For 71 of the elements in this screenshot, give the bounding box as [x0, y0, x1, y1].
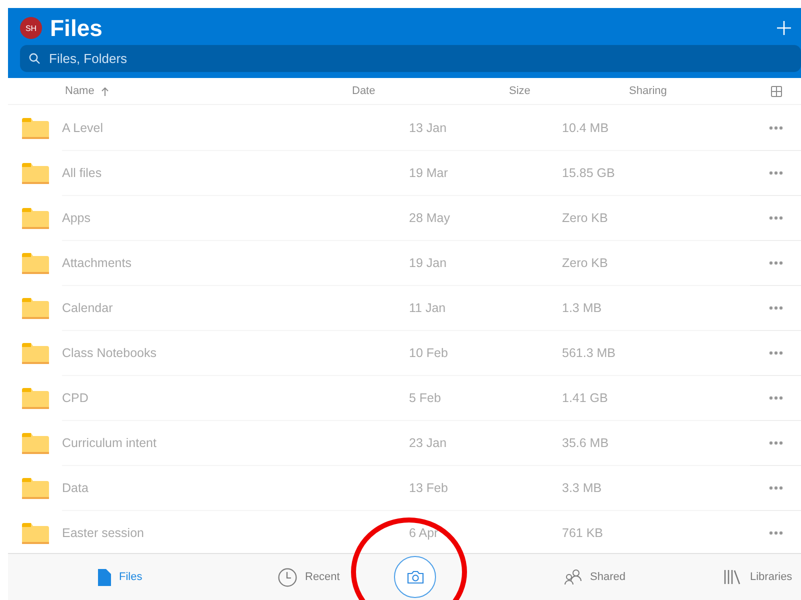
folder-icon — [22, 342, 49, 364]
size-cell: 3.3 MB — [562, 480, 602, 494]
file-name[interactable]: All files — [62, 166, 102, 180]
more-icon[interactable] — [768, 216, 782, 220]
tab[interactable]: Recent — [278, 568, 340, 586]
folder-icon — [22, 118, 49, 138]
tab[interactable]: Files — [98, 568, 142, 586]
size-cell: 15.85 GB — [562, 166, 615, 180]
column-header[interactable]: Sharing — [629, 85, 771, 97]
more-icon[interactable] — [768, 260, 782, 264]
date-cell: 5 Feb — [409, 390, 441, 404]
date-cell: 13 Feb — [409, 480, 448, 494]
file-name[interactable]: Attachments — [62, 256, 132, 270]
column-header[interactable]: Name — [65, 85, 94, 97]
folder-icon — [22, 432, 49, 454]
date-cell: 19 Jan — [409, 256, 447, 270]
size-cell: 561.3 MB — [562, 346, 616, 360]
file-name[interactable]: Easter session — [62, 526, 144, 540]
more-icon[interactable] — [768, 350, 782, 354]
more-icon[interactable] — [768, 486, 782, 490]
size-cell: 761 KB — [562, 526, 604, 540]
camera-icon — [406, 570, 424, 584]
more-icon[interactable] — [768, 440, 782, 444]
file-name[interactable]: CPD — [62, 390, 88, 404]
clock-icon — [278, 568, 297, 586]
page-title: Files — [50, 14, 104, 42]
more-icon[interactable] — [768, 530, 782, 534]
search-field[interactable]: Files, Folders — [20, 45, 801, 72]
document-icon — [98, 568, 111, 586]
date-cell: 11 Jan — [409, 300, 446, 314]
avatar[interactable]: SH — [20, 17, 42, 39]
people-icon — [564, 569, 582, 585]
column-header[interactable]: Size — [509, 85, 629, 97]
camera-button[interactable] — [394, 556, 436, 598]
more-icon[interactable] — [768, 306, 782, 310]
more-icon[interactable] — [768, 396, 782, 400]
size-cell: Zero KB — [562, 256, 608, 270]
size-cell: 1.3 MB — [562, 300, 602, 314]
file-name[interactable]: Apps — [62, 210, 90, 224]
file-name[interactable]: Class Notebooks — [62, 346, 156, 360]
folder-icon — [22, 388, 49, 408]
date-cell: 23 Jan — [409, 436, 447, 450]
file-name[interactable]: Calendar — [62, 300, 113, 314]
size-cell: 1.41 GB — [562, 390, 608, 404]
folder-icon — [22, 162, 49, 184]
folder-icon — [22, 478, 49, 498]
file-name[interactable]: A Level — [62, 120, 104, 134]
size-cell: 35.6 MB — [562, 436, 609, 450]
date-cell: 10 Feb — [409, 346, 448, 360]
grid-view-icon[interactable] — [771, 86, 782, 96]
sort-arrow-icon — [101, 86, 110, 96]
date-cell: 13 Jan — [409, 120, 447, 134]
column-header[interactable]: Date — [352, 85, 509, 97]
file-name[interactable]: Curriculum intent — [62, 436, 156, 450]
more-icon[interactable] — [768, 126, 782, 130]
file-name[interactable]: Data — [62, 480, 88, 494]
size-cell: Zero KB — [562, 210, 608, 224]
date-cell: 28 May — [409, 210, 450, 224]
add-icon[interactable] — [777, 21, 791, 35]
tab[interactable]: Libraries — [724, 569, 792, 585]
size-cell: 10.4 MB — [562, 120, 609, 134]
tab[interactable]: Shared — [564, 569, 626, 585]
folder-icon — [22, 298, 49, 318]
search-icon — [29, 53, 40, 64]
books-icon — [724, 569, 742, 585]
folder-icon — [22, 522, 49, 544]
date-cell: 19 Mar — [409, 166, 448, 180]
more-icon[interactable] — [768, 170, 782, 174]
folder-icon — [22, 252, 49, 274]
folder-icon — [22, 208, 49, 228]
date-cell: 6 Apr — [409, 526, 438, 540]
